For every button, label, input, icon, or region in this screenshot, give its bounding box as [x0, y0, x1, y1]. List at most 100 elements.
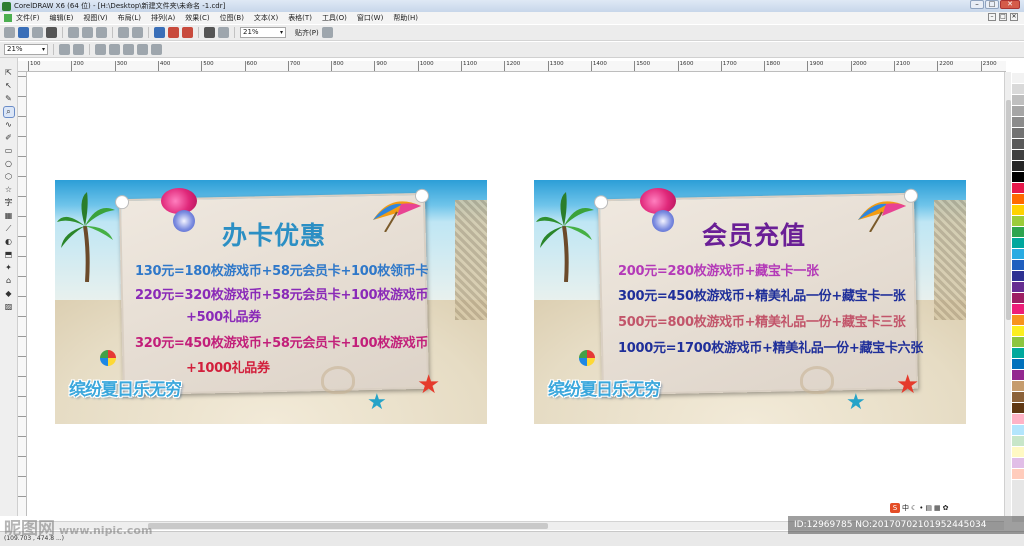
menu-edit[interactable]: 编辑(E) — [50, 13, 74, 23]
palette-swatch[interactable] — [1012, 73, 1024, 84]
shape-tool-icon[interactable]: ↖ — [4, 81, 14, 91]
options-icon[interactable] — [321, 27, 333, 38]
palette-swatch[interactable] — [1012, 282, 1024, 293]
zoom-all-objects-icon[interactable] — [109, 44, 120, 55]
palette-swatch[interactable] — [1012, 403, 1024, 414]
menu-file[interactable]: 文件(F) — [16, 13, 40, 23]
palette-swatch[interactable] — [1012, 238, 1024, 249]
palette-swatch[interactable] — [1012, 216, 1024, 227]
palette-swatch[interactable] — [1012, 271, 1024, 282]
palette-swatch[interactable] — [1012, 95, 1024, 106]
minimize-button[interactable]: – — [970, 0, 984, 9]
palette-swatch[interactable] — [1012, 436, 1024, 447]
application-launcher-icon[interactable] — [204, 27, 215, 38]
zoom-level-select[interactable]: 21% — [240, 27, 286, 38]
eyedropper-tool-icon[interactable]: ✦ — [4, 263, 14, 273]
palette-swatch[interactable] — [1012, 227, 1024, 238]
zoom-levels-select[interactable]: 21% — [4, 44, 48, 55]
rectangle-tool-icon[interactable]: ▭ — [4, 146, 14, 156]
palette-swatch[interactable] — [1012, 304, 1024, 315]
undo-icon[interactable] — [118, 27, 129, 38]
zoom-page-width-icon[interactable] — [137, 44, 148, 55]
palette-swatch[interactable] — [1012, 139, 1024, 150]
horizontal-ruler[interactable]: 100 200 300 400 500 600 700 800 900 1000 1100 1200 1… — [18, 61, 1006, 72]
ime-keyboard-icon[interactable]: ▤ — [925, 504, 932, 512]
doc-close-button[interactable]: ✕ — [1010, 13, 1018, 21]
menu-tools[interactable]: 工具(O) — [322, 13, 347, 23]
crop-tool-icon[interactable]: ✎ — [4, 94, 14, 104]
vertical-scroll-thumb[interactable] — [1006, 100, 1011, 320]
menu-layout[interactable]: 布局(L) — [118, 13, 141, 23]
palette-swatch[interactable] — [1012, 249, 1024, 260]
open-icon[interactable] — [18, 27, 29, 38]
copy-icon[interactable] — [82, 27, 93, 38]
close-button[interactable]: ✕ — [1000, 0, 1020, 9]
ime-moon-icon[interactable]: ☾ — [911, 504, 917, 512]
menu-table[interactable]: 表格(T) — [288, 13, 312, 23]
palette-swatch[interactable] — [1012, 315, 1024, 326]
menu-view[interactable]: 视图(V) — [83, 13, 107, 23]
palette-swatch[interactable] — [1012, 414, 1024, 425]
import-icon[interactable] — [168, 27, 179, 38]
maximize-button[interactable]: □ — [985, 0, 999, 9]
palette-swatch[interactable] — [1012, 326, 1024, 337]
palette-swatch[interactable] — [1012, 161, 1024, 172]
outline-pen-tool-icon[interactable]: ⌂ — [4, 276, 14, 286]
connector-tool-icon[interactable]: ◐ — [4, 237, 14, 247]
search-content-icon[interactable] — [154, 27, 165, 38]
vertical-scrollbar[interactable] — [1004, 72, 1011, 516]
print-icon[interactable] — [46, 27, 57, 38]
palette-swatch[interactable] — [1012, 194, 1024, 205]
banner-member-recharge[interactable]: 会员充值 200元=280枚游戏币+藏宝卡一张 300元=450枚游戏币+精美礼… — [534, 180, 966, 424]
palette-swatch[interactable] — [1012, 205, 1024, 216]
palette-swatch[interactable] — [1012, 172, 1024, 183]
cut-icon[interactable] — [68, 27, 79, 38]
palette-swatch[interactable] — [1012, 128, 1024, 139]
paste-icon[interactable] — [96, 27, 107, 38]
zoom-page-height-icon[interactable] — [151, 44, 162, 55]
zoom-to-selected-icon[interactable] — [95, 44, 106, 55]
palette-swatch[interactable] — [1012, 62, 1024, 73]
palette-swatch[interactable] — [1012, 117, 1024, 128]
basic-shapes-tool-icon[interactable]: ☆ — [4, 185, 14, 195]
zoom-out-icon[interactable] — [73, 44, 84, 55]
menu-window[interactable]: 窗口(W) — [357, 13, 383, 23]
snap-to-menu[interactable]: 贴齐(P) — [295, 28, 319, 38]
ime-logo-icon[interactable]: S — [890, 503, 900, 513]
menu-text[interactable]: 文本(X) — [254, 13, 278, 23]
palette-swatch[interactable] — [1012, 370, 1024, 381]
palette-swatch[interactable] — [1012, 183, 1024, 194]
text-tool-icon[interactable]: 字 — [4, 198, 14, 208]
table-tool-icon[interactable]: ▦ — [4, 211, 14, 221]
freehand-tool-icon[interactable]: ∿ — [4, 120, 14, 130]
vertical-ruler[interactable] — [18, 72, 27, 516]
palette-swatch[interactable] — [1012, 337, 1024, 348]
palette-swatch[interactable] — [1012, 106, 1024, 117]
menu-help[interactable]: 帮助(H) — [393, 13, 418, 23]
ime-skin-icon[interactable]: ▦ — [934, 504, 941, 512]
smart-fill-tool-icon[interactable]: ✐ — [4, 133, 14, 143]
menu-arrange[interactable]: 排列(A) — [151, 13, 175, 23]
palette-swatch[interactable] — [1012, 458, 1024, 469]
export-icon[interactable] — [182, 27, 193, 38]
welcome-screen-icon[interactable] — [218, 27, 229, 38]
doc-minimize-button[interactable]: – — [988, 13, 996, 21]
ime-settings-icon[interactable]: ✿ — [943, 504, 949, 512]
fill-tool-icon[interactable]: ◆ — [4, 289, 14, 299]
polygon-tool-icon[interactable]: ⬡ — [4, 172, 14, 182]
zoom-tool-icon[interactable]: ⌕ — [2, 106, 15, 118]
ellipse-tool-icon[interactable]: ○ — [4, 159, 14, 169]
menu-bitmaps[interactable]: 位图(B) — [220, 13, 244, 23]
interactive-fill-tool-icon[interactable]: ▨ — [4, 302, 14, 312]
palette-swatch[interactable] — [1012, 150, 1024, 161]
zoom-page-icon[interactable] — [123, 44, 134, 55]
palette-swatch[interactable] — [1012, 84, 1024, 95]
palette-swatch[interactable] — [1012, 293, 1024, 304]
palette-swatch[interactable] — [1012, 447, 1024, 458]
palette-swatch[interactable] — [1012, 260, 1024, 271]
horizontal-scroll-thumb[interactable] — [148, 523, 548, 529]
palette-swatch[interactable] — [1012, 425, 1024, 436]
ime-language-toggle[interactable]: 中 — [902, 503, 909, 513]
doc-restore-button[interactable]: □ — [999, 13, 1007, 21]
palette-swatch[interactable] — [1012, 359, 1024, 370]
